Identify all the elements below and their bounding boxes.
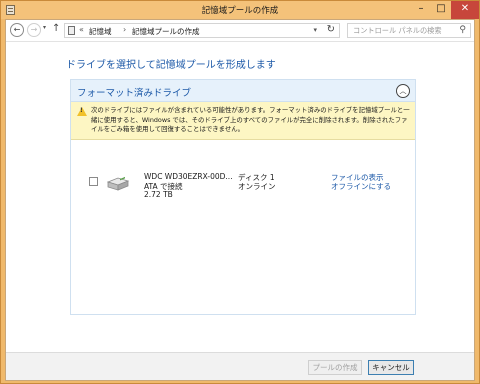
search-placeholder: コントロール パネルの検索 [353,26,442,35]
up-button[interactable]: ↑ [52,23,60,34]
minimize-button[interactable]: – [411,1,431,19]
section-header[interactable]: フォーマット済みドライブ ︿ [71,80,415,102]
maximize-button[interactable]: □ [431,1,451,19]
client-area: ← → ▾ ↑ « 記憶域 › 記憶域プールの作成 ▾ ↻ コントロール パネル… [5,19,475,381]
location-icon [68,26,75,35]
formatted-drives-section: フォーマット済みドライブ ︿ ! 次のドライブにはファイルが含まれている可能性が… [70,79,416,315]
warning-icon-mark: ! [80,107,83,114]
warning-text: 次のドライブにはファイルが含まれている可能性があります。フォーマット済みのドライ… [91,106,410,133]
address-bar[interactable]: « 記憶域 › 記憶域プールの作成 ▾ ↻ [64,23,340,38]
forward-button[interactable]: → [27,23,41,37]
drive-size: 2.72 TB [144,190,173,199]
warning-banner: ! 次のドライブにはファイルが含まれている可能性があります。フォーマット済みのド… [71,102,415,140]
disk-status: オンライン [238,182,276,191]
create-pool-button[interactable]: プールの作成 [308,360,362,375]
drive-name: WDC WD30EZRX-00D... [144,172,233,181]
app-window: 記憶域プールの作成 – □ ✕ ← → ▾ ↑ « 記憶域 › 記憶域プールの作… [0,0,480,384]
refresh-icon[interactable]: ↻ [327,24,335,35]
section-title: フォーマット済みドライブ [77,88,192,99]
cancel-button[interactable]: キャンセル [368,360,414,375]
page-title: ドライブを選択して記憶域プールを形成します [66,60,276,71]
back-button[interactable]: ← [10,23,24,37]
search-input[interactable]: コントロール パネルの検索 ⚲ [347,23,471,38]
navigation-bar: ← → ▾ ↑ « 記憶域 › 記憶域プールの作成 ▾ ↻ コントロール パネル… [6,20,474,42]
window-title: 記憶域プールの作成 [201,6,279,16]
breadcrumb-separator[interactable]: › [123,25,126,34]
title-bar: 記憶域プールの作成 – □ ✕ [1,1,479,19]
address-history-chevron-icon[interactable]: ▾ [313,26,317,34]
take-offline-link[interactable]: オフラインにする [331,181,391,192]
close-button[interactable]: ✕ [451,1,479,19]
breadcrumb-create-pool[interactable]: 記憶域プールの作成 [132,26,200,37]
search-icon[interactable]: ⚲ [459,25,466,35]
hard-drive-icon [106,176,130,191]
breadcrumb-overflow[interactable]: « [79,25,84,34]
drive-row: WDC WD30EZRX-00D... ATA で接続 2.72 TB ディスク… [71,168,415,202]
drive-checkbox[interactable] [89,177,98,186]
recent-locations-dropdown-icon[interactable]: ▾ [43,24,46,31]
footer: プールの作成 キャンセル [6,352,474,380]
breadcrumb-storage[interactable]: 記憶域 [89,26,112,37]
collapse-button[interactable]: ︿ [396,84,410,98]
